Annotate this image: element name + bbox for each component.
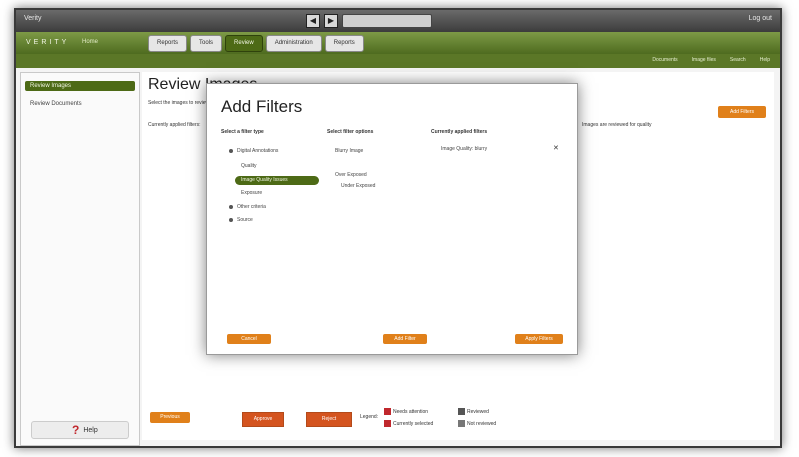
help-icon: ? — [72, 423, 80, 437]
legend-label: Legend: — [360, 414, 379, 420]
legend-item: Not reviewed — [458, 420, 496, 427]
filter-type-item[interactable]: Source — [229, 217, 253, 223]
filter-type-selected[interactable]: Image Quality Issues — [235, 176, 319, 185]
review-note: Images are reviewed for quality — [582, 122, 652, 128]
radio-icon — [229, 217, 233, 222]
sidebar: Review Images Review Documents ? Help — [20, 72, 140, 446]
logout-link[interactable]: Log out — [749, 15, 772, 22]
help-button[interactable]: ? Help — [31, 421, 129, 439]
tab-tools[interactable]: Tools — [190, 35, 223, 52]
sublink-documents[interactable]: Documents — [652, 57, 677, 63]
legend-item: Reviewed — [458, 408, 489, 415]
modal-title: Add Filters — [221, 97, 303, 116]
filter-option-item[interactable]: Under Exposed — [341, 183, 375, 189]
tab-reports[interactable]: Reports — [148, 35, 188, 52]
home-link[interactable]: Home — [82, 39, 98, 45]
window-titlebar: Verity ◀ ▶ Log out — [16, 10, 780, 32]
brand-logo: VERITY — [26, 39, 70, 46]
sidebar-item-review-documents[interactable]: Review Documents — [25, 99, 135, 109]
filter-type-item[interactable]: Quality — [241, 163, 257, 169]
applied-filter-item: Image Quality: blurry — [441, 146, 488, 152]
currently-applied-label: Currently applied filters: — [148, 122, 201, 128]
legend-swatch — [384, 408, 391, 415]
filter-type-header: Select a filter type — [221, 129, 264, 135]
legend-swatch — [384, 420, 391, 427]
add-filter-button[interactable]: Add Filter — [383, 334, 427, 344]
legend-swatch — [458, 420, 465, 427]
radio-icon — [229, 204, 233, 209]
legend-swatch — [458, 408, 465, 415]
tab-reports-2[interactable]: Reports — [324, 35, 364, 52]
tab-review[interactable]: Review — [225, 35, 263, 52]
sublink-image-files[interactable]: Image files — [692, 57, 716, 63]
reject-button[interactable]: Reject — [306, 412, 352, 427]
sidebar-item-review-images[interactable]: Review Images — [25, 81, 135, 91]
radio-icon — [229, 148, 233, 153]
filter-option-item[interactable]: Over Exposed — [335, 172, 367, 178]
filter-type-item[interactable]: Digital Annotations — [229, 148, 278, 154]
filter-options-header: Select filter options — [327, 129, 374, 135]
previous-button[interactable]: Previous — [150, 412, 190, 423]
tab-administration[interactable]: Administration — [265, 35, 322, 52]
add-filters-button[interactable]: Add Filters — [718, 106, 766, 118]
help-label: Help — [83, 426, 98, 434]
nav-tabs: Reports Tools Review Administration Repo… — [148, 35, 364, 52]
cancel-button[interactable]: Cancel — [227, 334, 271, 344]
sub-navigation: Documents Image files Search Help — [16, 54, 780, 68]
legend-item: Currently selected — [384, 420, 433, 427]
back-icon[interactable]: ◀ — [306, 14, 320, 28]
window-title: Verity — [24, 15, 42, 22]
forward-icon[interactable]: ▶ — [324, 14, 338, 28]
remove-filter-icon[interactable]: ✕ — [553, 144, 559, 152]
add-filters-modal: Add Filters Select a filter type Select … — [206, 83, 578, 355]
app-header: VERITY Home Reports Tools Review Adminis… — [16, 32, 780, 54]
apply-filters-button[interactable]: Apply Filters — [515, 334, 563, 344]
filter-type-item[interactable]: Exposure — [241, 190, 262, 196]
applied-filters-header: Currently applied filters — [431, 129, 488, 135]
approve-button[interactable]: Approve — [242, 412, 284, 427]
filter-option-item[interactable]: Blurry Image — [335, 148, 363, 154]
address-bar[interactable] — [342, 14, 432, 28]
legend-item: Needs attention — [384, 408, 428, 415]
sublink-help[interactable]: Help — [760, 57, 770, 63]
sublink-search[interactable]: Search — [730, 57, 746, 63]
filter-type-item[interactable]: Other criteria — [229, 204, 266, 210]
bottom-action-bar: Previous Approve Reject Legend: Needs at… — [142, 396, 774, 440]
